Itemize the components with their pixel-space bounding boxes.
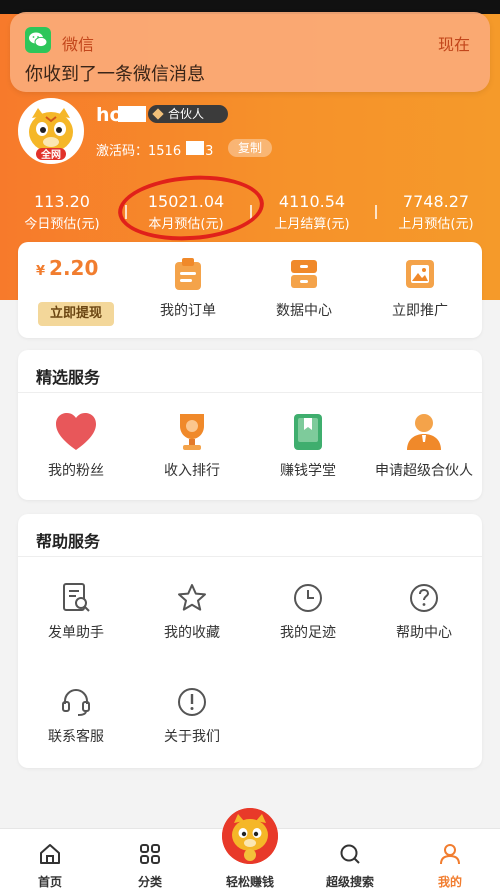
nav-mine[interactable]: 我的 — [400, 829, 500, 889]
notification-app-name: 微信 — [62, 35, 95, 54]
nav-home[interactable]: 首页 — [0, 829, 100, 889]
balance-value: 2.20 — [49, 256, 99, 280]
avatar-tag: 全网 — [41, 150, 61, 161]
nav-label: 我的 — [437, 875, 462, 889]
stat-label: 今日预估(元) — [24, 217, 100, 232]
grid-label: 我的粉丝 — [48, 463, 104, 479]
image-icon — [406, 260, 434, 288]
currency-symbol: ¥ — [36, 264, 46, 279]
grid-label: 我的订单 — [160, 303, 216, 319]
activation-code-label: 激活码：1516 — [96, 144, 182, 159]
grid-label: 发单助手 — [48, 625, 104, 641]
my-footprint-button[interactable]: 我的足迹 — [250, 582, 366, 642]
apply-super-partner-button[interactable]: 申请超级合伙人 — [366, 412, 482, 480]
income-ranking-button[interactable]: 收入排行 — [134, 412, 250, 480]
balance: ¥2.20 — [36, 256, 98, 280]
grid-label: 申请超级合伙人 — [375, 463, 473, 479]
document-search-icon — [63, 583, 90, 612]
activation-code-tail: 3 — [205, 144, 214, 159]
grid-label: 帮助中心 — [396, 625, 452, 641]
wechat-notification[interactable]: 微信 现在 你收到了一条微信消息 — [10, 12, 490, 92]
partner-badge-label: 合伙人 — [168, 107, 205, 121]
withdraw-button[interactable]: 立即提现 — [38, 302, 114, 326]
stat-today[interactable]: 113.20 今日预估(元) — [2, 192, 122, 232]
card-title: 帮助服务 — [36, 532, 101, 551]
grid-label: 赚钱学堂 — [280, 463, 336, 479]
grid-label: 联系客服 — [48, 729, 104, 745]
my-fans-button[interactable]: 我的粉丝 — [18, 412, 134, 480]
grid-label: 数据中心 — [276, 303, 332, 319]
divider — [18, 392, 482, 393]
my-orders-button[interactable]: 我的订单 — [130, 256, 246, 320]
mascot-icon — [222, 808, 278, 864]
wallet-card: ¥2.20 立即提现 我的订单 数据中心 立即推广 — [18, 242, 482, 338]
person-icon — [407, 414, 441, 450]
nav-label: 超级搜索 — [325, 875, 374, 889]
redaction-mask — [118, 106, 146, 122]
stat-last-month-settled[interactable]: 4110.54 上月结算(元) — [252, 192, 372, 232]
stat-last-month-estimate[interactable]: 7748.27 上月预估(元) — [376, 192, 496, 232]
info-icon — [178, 688, 206, 716]
nav-super-search[interactable]: 超级搜索 — [300, 829, 400, 889]
avatar[interactable]: 全网 — [18, 98, 84, 164]
headset-icon — [62, 688, 90, 716]
contact-support-button[interactable]: 联系客服 — [18, 686, 134, 746]
user-icon — [440, 844, 460, 865]
stat-value: 4110.54 — [278, 192, 346, 211]
nav-label: 轻松赚钱 — [225, 875, 274, 889]
stat-value: 113.20 — [34, 192, 90, 211]
partner-badge: 合伙人 — [148, 105, 228, 123]
clipboard-icon — [175, 258, 201, 290]
question-icon — [410, 584, 438, 612]
clock-icon — [294, 584, 322, 612]
promote-now-button[interactable]: 立即推广 — [362, 256, 478, 320]
wechat-icon — [25, 27, 51, 53]
stat-value: 7748.27 — [402, 192, 470, 211]
money-school-button[interactable]: 赚钱学堂 — [250, 412, 366, 480]
help-services-card: 帮助服务 发单助手 我的收藏 我的足迹 帮助中心 联系客服 关于我们 — [18, 514, 482, 768]
grid-label: 关于我们 — [164, 729, 220, 745]
notification-message: 你收到了一条微信消息 — [25, 64, 205, 85]
grid-label: 我的收藏 — [164, 625, 220, 641]
copy-button[interactable]: 复制 — [228, 139, 272, 157]
stat-label: 上月预估(元) — [398, 217, 474, 232]
grid-label: 收入排行 — [164, 463, 220, 479]
data-center-button[interactable]: 数据中心 — [246, 256, 362, 320]
help-center-button[interactable]: 帮助中心 — [366, 582, 482, 642]
featured-services-card: 精选服务 我的粉丝 收入排行 赚钱学堂 申请超级合伙人 — [18, 350, 482, 500]
nav-label: 首页 — [37, 875, 62, 889]
redaction-mask — [186, 141, 204, 155]
star-icon — [178, 584, 206, 611]
grid-label: 我的足迹 — [280, 625, 336, 641]
easy-earn-fab[interactable] — [222, 808, 278, 864]
home-icon — [40, 844, 60, 864]
stat-label: 上月结算(元) — [274, 217, 350, 232]
nav-category[interactable]: 分类 — [100, 829, 200, 889]
book-icon — [294, 414, 322, 450]
diamond-icon — [152, 108, 164, 120]
divider — [18, 556, 482, 557]
my-favorites-button[interactable]: 我的收藏 — [134, 582, 250, 642]
cabinet-icon — [291, 260, 317, 288]
heart-icon — [56, 413, 96, 450]
about-us-button[interactable]: 关于我们 — [134, 686, 250, 746]
nav-label: 分类 — [137, 875, 162, 889]
grid-label: 立即推广 — [392, 303, 448, 319]
grid-icon — [140, 844, 160, 864]
notification-time: 现在 — [437, 35, 470, 54]
trophy-icon — [180, 414, 204, 450]
card-title: 精选服务 — [36, 368, 101, 387]
posting-assistant-button[interactable]: 发单助手 — [18, 582, 134, 642]
search-icon — [340, 844, 360, 864]
